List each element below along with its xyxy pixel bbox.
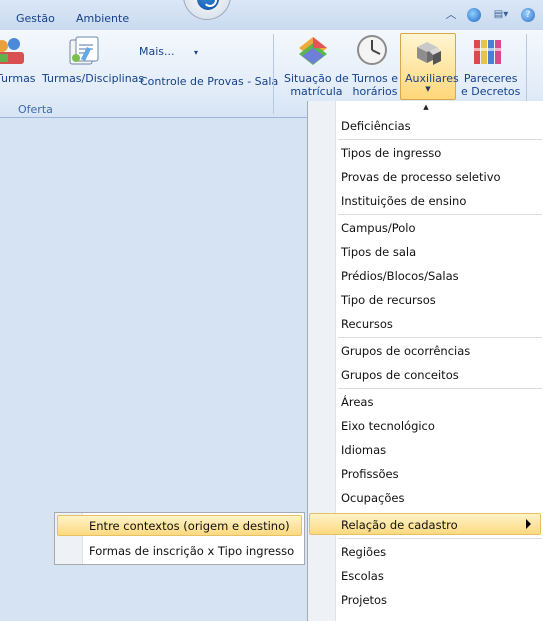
- scroll-up-icon[interactable]: ▲: [308, 101, 543, 114]
- menu-item-idiomas[interactable]: Idiomas: [341, 443, 386, 457]
- chevron-down-icon: ▼: [425, 85, 431, 93]
- menu-item-grupos-conceitos[interactable]: Grupos de conceitos: [341, 368, 459, 382]
- menu-item-escolas[interactable]: Escolas: [341, 569, 384, 583]
- menu-item-ocupacoes[interactable]: Ocupações: [341, 491, 404, 505]
- tab-gestao[interactable]: Gestão: [16, 12, 55, 25]
- pareceres-decretos-icon: [472, 36, 504, 66]
- auxiliares-icon: [413, 37, 443, 67]
- situacao-label-1: Situação de: [284, 72, 349, 85]
- menu-item-tipos-ingresso[interactable]: Tipos de ingresso: [341, 146, 441, 160]
- menu-item-tipo-recursos[interactable]: Tipo de recursos: [341, 293, 436, 307]
- controle-provas-sala-button[interactable]: Controle de Provas - Sala: [140, 75, 278, 88]
- mais-label: Mais...: [139, 45, 175, 58]
- situacao-matricula-icon: [296, 34, 330, 68]
- menu-item-instituicoes-ensino[interactable]: Instituições de ensino: [341, 194, 466, 208]
- menu-separator: [338, 337, 542, 338]
- pareceres-label-1: Pareceres: [463, 72, 518, 85]
- chevron-down-icon: ▾: [194, 48, 199, 57]
- menu-item-areas[interactable]: Áreas: [341, 395, 373, 409]
- menu-separator: [338, 388, 542, 389]
- submenu-item-entre-contextos[interactable]: Entre contextos (origem e destino): [89, 519, 290, 533]
- menu-item-provas-processo-seletivo[interactable]: Provas de processo seletivo: [341, 170, 501, 184]
- turnos-label-1: Turnos e: [352, 72, 399, 85]
- help-icon[interactable]: ?: [521, 8, 535, 22]
- menu-item-profissoes[interactable]: Profissões: [341, 467, 399, 481]
- relacao-cadastro-submenu: Entre contextos (origem e destino) Forma…: [54, 512, 305, 565]
- collapse-ribbon-icon[interactable]: ︿: [444, 8, 458, 22]
- menu-item-eixo-tecnologico[interactable]: Eixo tecnológico: [341, 419, 435, 433]
- globe-icon[interactable]: [467, 8, 481, 22]
- menu-separator: [338, 139, 542, 140]
- tab-ambiente[interactable]: Ambiente: [76, 12, 129, 25]
- menu-item-campus-polo[interactable]: Campus/Polo: [341, 221, 416, 235]
- auxiliares-dropdown-menu: ▲ Deficiências Tipos de ingresso Provas …: [307, 101, 543, 621]
- submenu-arrow-icon: [526, 519, 531, 529]
- menu-item-predios-blocos-salas[interactable]: Prédios/Blocos/Salas: [341, 269, 459, 283]
- menu-item-projetos[interactable]: Projetos: [341, 593, 387, 607]
- turnos-label-2: horários: [352, 85, 398, 98]
- menu-gutter: [308, 101, 336, 621]
- ribbon-tab-strip: Gestão Ambiente ︿ ▤▾ ?: [0, 0, 543, 30]
- auxiliares-label: Auxiliares: [405, 72, 459, 85]
- turnos-horarios-button[interactable]: Turnos e horários: [352, 72, 398, 98]
- menu-item-deficiencias[interactable]: Deficiências: [341, 119, 411, 133]
- view-options-icon[interactable]: ▤▾: [490, 8, 512, 22]
- situacao-label-2: matrícula: [290, 85, 343, 98]
- quick-access-icons: ︿ ▤▾ ?: [444, 8, 535, 22]
- pareceres-label-2: e Decretos: [461, 85, 521, 98]
- menu-item-regioes[interactable]: Regiões: [341, 545, 386, 559]
- turmas-button[interactable]: Turmas: [0, 72, 36, 85]
- menu-item-relacao-cadastro[interactable]: Relação de cadastro: [341, 518, 458, 532]
- menu-item-tipos-sala[interactable]: Tipos de sala: [341, 245, 416, 259]
- application-orb-button[interactable]: [183, 0, 231, 20]
- turmas-disciplinas-icon: [67, 35, 101, 67]
- clock-icon: [356, 34, 388, 66]
- app-logo-icon: [197, 0, 219, 10]
- menu-item-recursos[interactable]: Recursos: [341, 317, 393, 331]
- oferta-group-label: Oferta: [18, 103, 53, 116]
- situacao-matricula-button[interactable]: Situação de matrícula: [284, 72, 349, 98]
- pareceres-decretos-button[interactable]: Pareceres e Decretos: [461, 72, 520, 98]
- turmas-disciplinas-button[interactable]: Turmas/Disciplinas: [42, 72, 144, 85]
- submenu-item-formas-inscricao[interactable]: Formas de inscrição x Tipo ingresso: [89, 544, 294, 558]
- menu-separator: [338, 538, 542, 539]
- turmas-icon: [0, 36, 28, 66]
- menu-separator: [338, 214, 542, 215]
- group-separator: [273, 34, 274, 114]
- auxiliares-button[interactable]: Auxiliares ▼: [400, 33, 459, 100]
- mais-button[interactable]: Mais... ▾: [139, 45, 198, 59]
- menu-item-grupos-ocorrencias[interactable]: Grupos de ocorrências: [341, 344, 470, 358]
